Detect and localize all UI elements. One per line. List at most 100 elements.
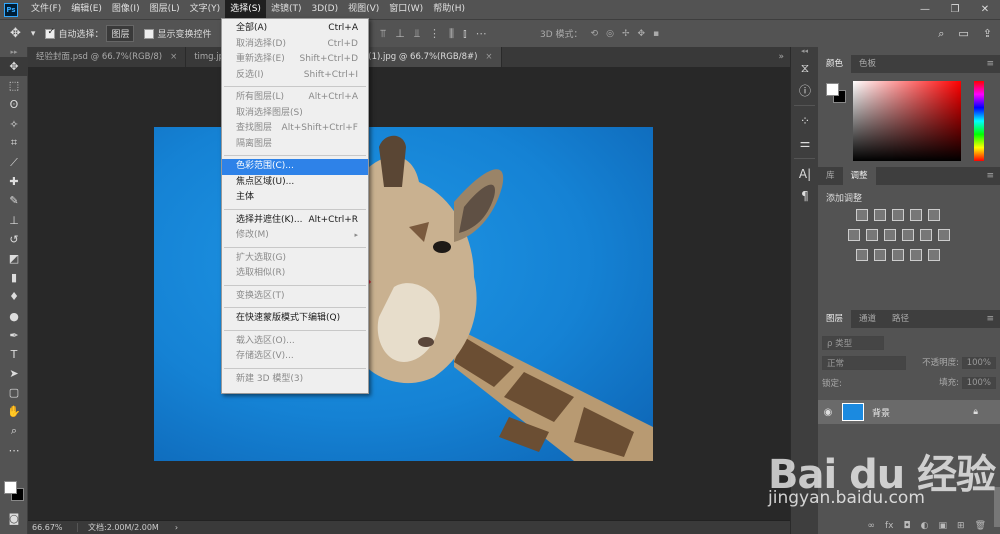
menu-item-isolate-layers[interactable]: 隔离图层 bbox=[222, 137, 368, 153]
tab-adjustments[interactable]: 调整 bbox=[842, 167, 876, 185]
tab-libraries[interactable]: 库 bbox=[818, 167, 843, 185]
show-transform-checkbox[interactable] bbox=[144, 28, 155, 39]
path-select-icon[interactable]: ➤ bbox=[0, 364, 28, 383]
close-tab-icon[interactable]: × bbox=[170, 52, 177, 62]
photo-filter-icon[interactable] bbox=[902, 229, 914, 241]
align-top-icon[interactable]: ⫪ bbox=[380, 27, 386, 41]
menu-select[interactable]: 选择(S) bbox=[225, 0, 266, 19]
menu-item-subject[interactable]: 主体 bbox=[222, 190, 368, 206]
menu-type[interactable]: 文字(Y) bbox=[185, 0, 226, 19]
menu-view[interactable]: 视图(V) bbox=[343, 0, 384, 19]
menu-edit[interactable]: 编辑(E) bbox=[66, 0, 107, 19]
paragraph-icon[interactable]: ¶ bbox=[791, 185, 819, 207]
menu-item-select-all[interactable]: 全部(A) Ctrl+A bbox=[222, 21, 368, 37]
workspace-icon[interactable]: ▭ bbox=[958, 27, 968, 41]
tabs-overflow-icon[interactable]: » bbox=[778, 47, 784, 67]
menu-item-all-layers[interactable]: 所有图层(L) Alt+Ctrl+A bbox=[222, 90, 368, 106]
menu-window[interactable]: 窗口(W) bbox=[384, 0, 428, 19]
color-balance-icon[interactable] bbox=[866, 229, 878, 241]
menu-3d[interactable]: 3D(D) bbox=[306, 0, 343, 19]
dodge-tool-icon[interactable]: ● bbox=[0, 306, 28, 325]
auto-select-dropdown[interactable]: 图层 bbox=[106, 25, 135, 42]
brush-tool-icon[interactable]: ✎ bbox=[0, 191, 28, 210]
color-swatches[interactable] bbox=[4, 481, 24, 503]
posterize-icon[interactable] bbox=[874, 249, 886, 261]
black-white-icon[interactable] bbox=[884, 229, 896, 241]
brushes-icon[interactable]: ⁘ bbox=[791, 110, 819, 132]
auto-select-checkbox[interactable] bbox=[45, 27, 56, 39]
magic-wand-icon[interactable]: ✧ bbox=[0, 115, 28, 134]
link-layers-icon[interactable]: ∞ bbox=[868, 521, 876, 531]
delete-layer-icon[interactable]: 🗑 bbox=[975, 521, 986, 531]
tab-channels[interactable]: 通道 bbox=[851, 310, 884, 328]
clone-stamp-icon[interactable]: ⊥ bbox=[0, 211, 28, 230]
invert-icon[interactable] bbox=[856, 249, 868, 261]
gradient-map-icon[interactable] bbox=[928, 249, 940, 261]
lasso-tool-icon[interactable]: ʘ bbox=[0, 95, 28, 114]
menu-filter[interactable]: 滤镜(T) bbox=[266, 0, 307, 19]
distribute-v-icon[interactable]: ⫾ bbox=[463, 27, 467, 41]
menu-image[interactable]: 图像(I) bbox=[107, 0, 145, 19]
menu-item-save-selection[interactable]: 存储选区(V)... bbox=[222, 349, 368, 365]
menu-item-inverse[interactable]: 反选(I) Shift+Ctrl+I bbox=[222, 68, 368, 84]
search-icon[interactable]: ⌕ bbox=[938, 27, 944, 41]
layer-filter-dropdown[interactable]: ρ 类型 bbox=[822, 336, 884, 350]
layer-mask-icon[interactable]: ◘ bbox=[904, 521, 911, 531]
menu-item-grow[interactable]: 扩大选取(G) bbox=[222, 251, 368, 267]
move-tool-icon[interactable]: ✥ bbox=[10, 26, 21, 41]
vibrance-icon[interactable] bbox=[928, 209, 940, 221]
restore-button[interactable]: ❐ bbox=[940, 0, 970, 19]
menu-item-quick-mask[interactable]: 在快速蒙版模式下编辑(Q) bbox=[222, 311, 368, 327]
gradient-tool-icon[interactable]: ▮ bbox=[0, 268, 28, 287]
character-icon[interactable]: A| bbox=[791, 163, 819, 185]
zoom-level[interactable]: 66.67% bbox=[28, 523, 78, 532]
selective-color-icon[interactable] bbox=[910, 249, 922, 261]
info-icon[interactable]: ⓘ bbox=[791, 79, 819, 101]
fill-input[interactable]: 100% bbox=[961, 377, 996, 389]
eraser-tool-icon[interactable]: ◩ bbox=[0, 249, 28, 268]
3d-slide-icon[interactable]: ✥ bbox=[637, 29, 645, 39]
layer-row[interactable]: ◉ 背景 🔒︎ bbox=[818, 400, 1000, 424]
opacity-input[interactable]: 100% bbox=[961, 357, 996, 369]
align-middle-icon[interactable]: ⊥ bbox=[395, 27, 405, 41]
hand-tool-icon[interactable]: ✋ bbox=[0, 402, 28, 421]
close-tab-icon[interactable]: × bbox=[485, 52, 492, 62]
history-icon[interactable]: ⧖ bbox=[791, 57, 819, 79]
quick-mask-icon[interactable]: ◙ bbox=[0, 509, 28, 528]
menu-item-color-range[interactable]: 色彩范围(C)... bbox=[222, 159, 368, 175]
visibility-eye-icon[interactable]: ◉ bbox=[818, 407, 838, 418]
menu-item-transform-selection[interactable]: 变换选区(T) bbox=[222, 289, 368, 305]
tab-swatches[interactable]: 色板 bbox=[851, 55, 884, 73]
crop-tool-icon[interactable]: ⌗ bbox=[0, 134, 28, 153]
tab-color[interactable]: 颜色 bbox=[818, 55, 852, 73]
menu-item-select-and-mask[interactable]: 选择并遮住(K)... Alt+Ctrl+R bbox=[222, 213, 368, 229]
channel-mixer-icon[interactable] bbox=[920, 229, 932, 241]
pen-tool-icon[interactable]: ✒ bbox=[0, 326, 28, 345]
shape-tool-icon[interactable]: ▢ bbox=[0, 383, 28, 402]
distribute-icon[interactable]: ⋮ bbox=[429, 27, 440, 41]
type-tool-icon[interactable]: T bbox=[0, 345, 28, 364]
panel-menu-icon[interactable]: ≡ bbox=[986, 59, 994, 69]
healing-brush-icon[interactable]: ✚ bbox=[0, 172, 28, 191]
panel-menu-icon[interactable]: ≡ bbox=[986, 314, 994, 324]
eyedropper-icon[interactable]: ⟋ bbox=[0, 153, 28, 172]
levels-icon[interactable] bbox=[874, 209, 886, 221]
panel-menu-icon[interactable]: ≡ bbox=[986, 171, 994, 181]
tab-layers[interactable]: 图层 bbox=[818, 310, 852, 328]
menu-item-load-selection[interactable]: 载入选区(O)... bbox=[222, 334, 368, 350]
color-picker-field[interactable] bbox=[853, 81, 961, 161]
group-icon[interactable]: ▣ bbox=[939, 521, 948, 531]
distribute-b-icon[interactable]: ⋯ bbox=[476, 27, 487, 41]
layer-style-icon[interactable]: fx bbox=[885, 521, 894, 531]
distribute-h-icon[interactable]: ⫼ bbox=[449, 27, 454, 41]
menu-help[interactable]: 帮助(H) bbox=[428, 0, 470, 19]
panel-foreground-color[interactable] bbox=[826, 83, 839, 96]
history-brush-icon[interactable]: ↺ bbox=[0, 230, 28, 249]
hue-slider[interactable] bbox=[974, 81, 984, 161]
brightness-icon[interactable] bbox=[856, 209, 868, 221]
tab-cover-psd[interactable]: 经验封面.psd @ 66.7%(RGB/8) × bbox=[28, 47, 187, 67]
3d-roll-icon[interactable]: ◎ bbox=[606, 29, 614, 39]
menu-item-focus-area[interactable]: 焦点区域(U)... bbox=[222, 175, 368, 191]
blur-tool-icon[interactable]: ♦ bbox=[0, 287, 28, 306]
hue-saturation-icon[interactable] bbox=[848, 229, 860, 241]
